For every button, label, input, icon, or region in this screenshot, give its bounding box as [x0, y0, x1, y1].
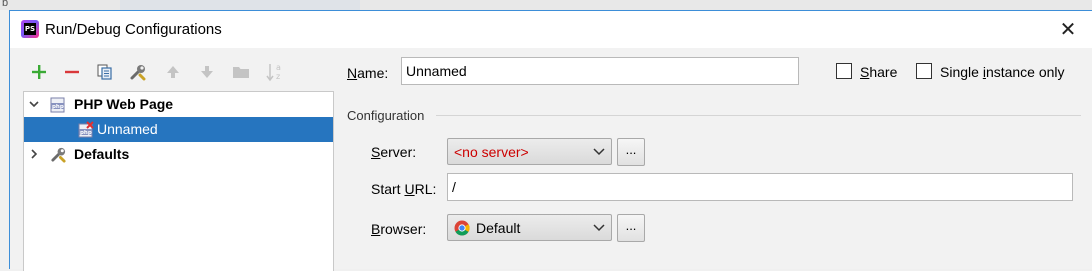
arrow-down-icon: [201, 66, 213, 78]
background-window-fragment: [120, 0, 360, 10]
section-divider: [436, 115, 1081, 116]
tree-item-label: Unnamed: [97, 121, 158, 137]
title-bar: PS Run/Debug Configurations ✕: [10, 11, 1092, 48]
sort-az-icon: a z: [266, 63, 281, 82]
tree-item-php-web-page[interactable]: php PHP Web Page: [24, 92, 333, 117]
php-error-icon: php: [78, 121, 94, 138]
configuration-tree: php PHP Web Page php Unnamed Defaults: [23, 91, 334, 271]
browser-select-value: Default: [476, 220, 521, 236]
start-url-label: Start URL:: [371, 181, 437, 197]
svg-text:a: a: [276, 63, 281, 72]
single-instance-label[interactable]: Single instance only: [940, 64, 1065, 80]
minus-icon: [65, 70, 79, 74]
chrome-icon: [454, 220, 470, 236]
share-label[interactable]: Share: [860, 64, 897, 80]
copy-icon: [97, 64, 112, 80]
add-button[interactable]: [28, 60, 50, 84]
chevron-right-icon[interactable]: [28, 148, 40, 160]
folder-button[interactable]: [230, 60, 252, 84]
single-instance-checkbox[interactable]: [916, 63, 932, 79]
browser-label: Browser:: [371, 221, 427, 237]
remove-button[interactable]: [61, 60, 83, 84]
configuration-section-title: Configuration: [347, 108, 425, 123]
browser-browse-button[interactable]: ...: [617, 214, 645, 242]
background-text-fragment: b: [2, 0, 9, 9]
svg-text:z: z: [276, 72, 280, 81]
run-debug-dialog: PS Run/Debug Configurations ✕ a z php PH…: [9, 10, 1092, 271]
name-input[interactable]: Unnamed: [401, 57, 799, 85]
background-window-strip: b: [0, 0, 1092, 10]
phpstorm-app-icon: PS: [21, 20, 39, 38]
share-checkbox[interactable]: [836, 63, 852, 79]
plus-icon: [32, 65, 46, 79]
chevron-down-icon: [593, 148, 605, 156]
copy-button[interactable]: [94, 60, 116, 84]
browser-select[interactable]: Default: [447, 214, 612, 241]
tree-item-label: PHP Web Page: [74, 96, 174, 112]
edit-defaults-button[interactable]: [127, 60, 149, 84]
php-icon: php: [50, 97, 65, 113]
server-browse-button[interactable]: ...: [617, 138, 645, 166]
wrench-icon: [51, 147, 66, 163]
folder-icon: [233, 67, 249, 78]
arrow-up-icon: [167, 66, 179, 78]
chevron-down-icon: [593, 224, 605, 232]
dialog-title: Run/Debug Configurations: [45, 21, 222, 38]
start-url-input[interactable]: /: [447, 173, 1073, 201]
tree-item-defaults[interactable]: Defaults: [24, 142, 333, 167]
tree-item-unnamed[interactable]: php Unnamed: [24, 117, 333, 142]
chevron-down-icon[interactable]: [28, 98, 40, 110]
tree-item-label: Defaults: [74, 146, 130, 162]
svg-text:php: php: [80, 130, 92, 136]
server-label: Server:: [371, 144, 417, 160]
svg-text:php: php: [52, 104, 64, 110]
move-down-button[interactable]: [196, 60, 218, 84]
name-label: Name:: [347, 65, 389, 81]
sort-button[interactable]: a z: [264, 60, 286, 84]
wrench-icon: [130, 65, 146, 81]
server-select-value: <no server>: [454, 144, 529, 160]
move-up-button[interactable]: [162, 60, 184, 84]
close-button[interactable]: ✕: [1056, 17, 1080, 41]
server-select[interactable]: <no server>: [447, 138, 612, 165]
